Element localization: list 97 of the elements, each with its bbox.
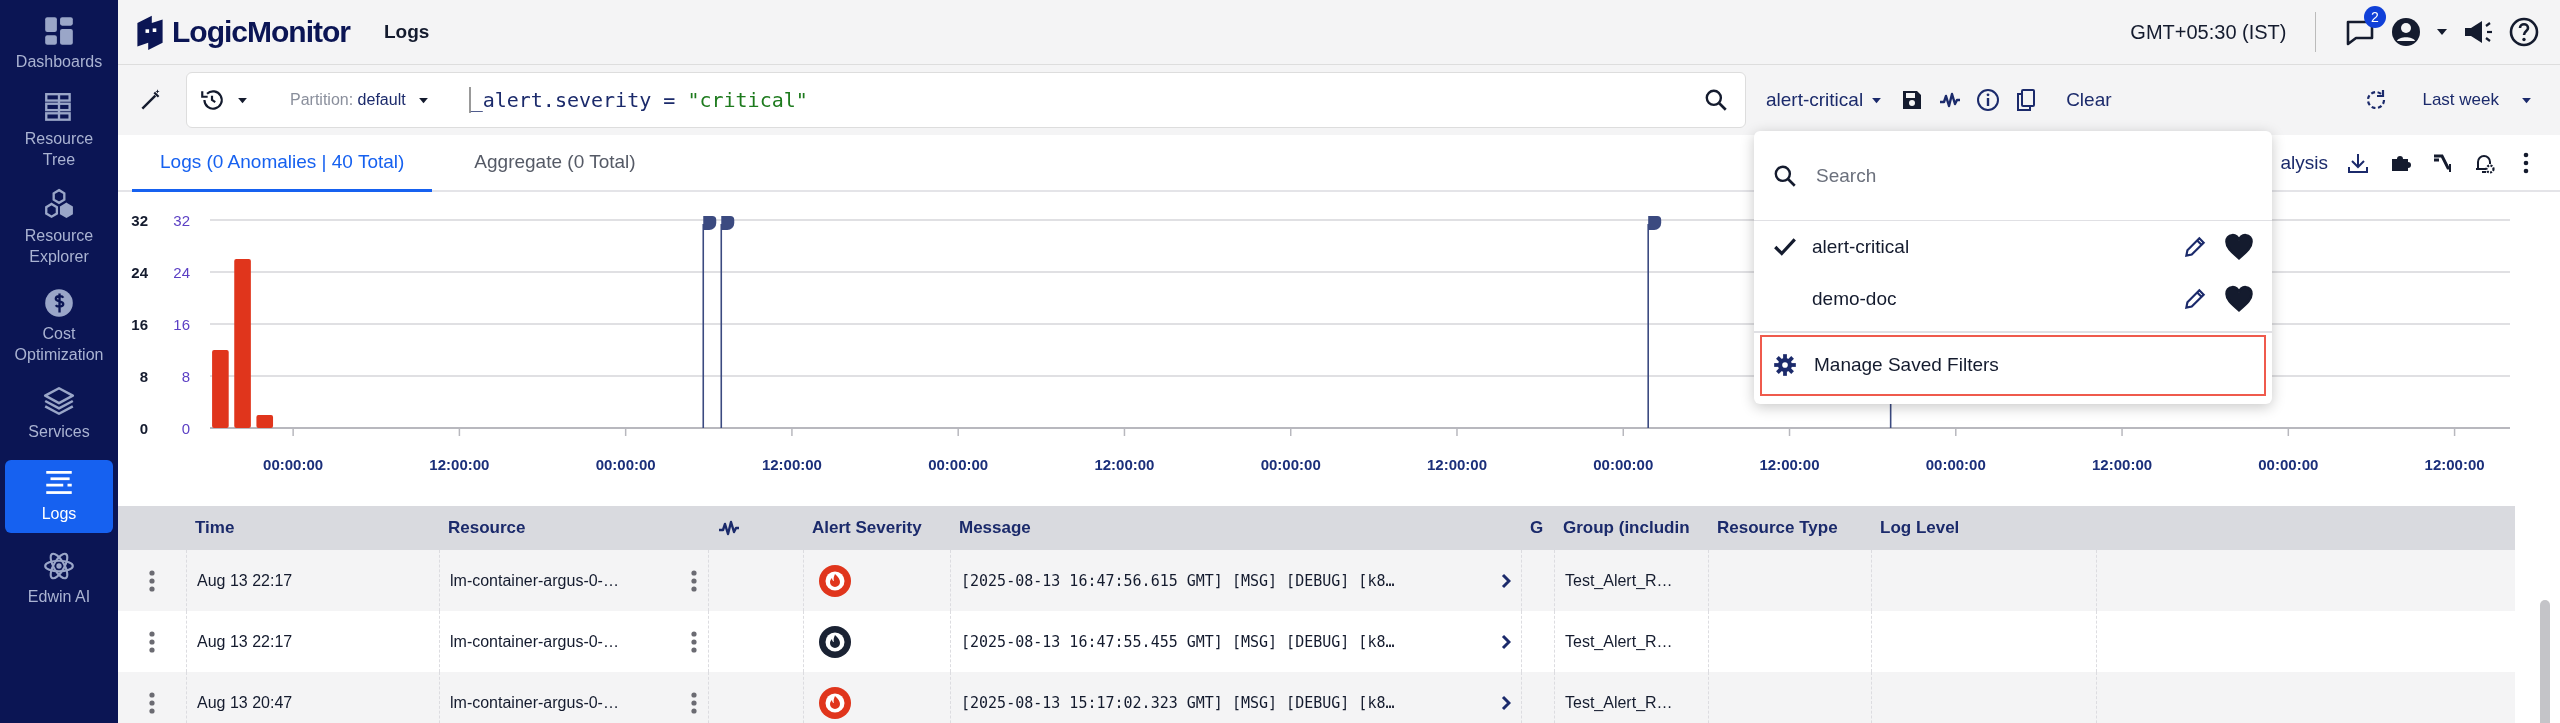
table-cell: Test_Alert_R… <box>1565 693 1673 712</box>
pencil-icon[interactable] <box>2182 286 2208 312</box>
column-header[interactable]: Group (includin <box>1555 506 1709 550</box>
axis-label: 00:00:00 <box>928 456 989 473</box>
axis-label: 12:00:00 <box>2092 456 2153 473</box>
axis-label: 12:00:00 <box>1094 456 1155 473</box>
gear-icon <box>1772 352 1798 378</box>
table-cell: lm-container-argus-0-… <box>450 571 619 590</box>
table-cell: [2025-08-13 16:47:56.615 GMT] [MSG] [DEBUG] [k8… <box>961 571 1395 590</box>
sidebar-item[interactable]: Cost Optimization <box>5 280 113 374</box>
chevron-icon[interactable] <box>1501 572 1511 589</box>
history-icon[interactable] <box>199 87 225 113</box>
chevron-icon[interactable] <box>1501 694 1511 711</box>
logo-text: LogicMonitor <box>172 15 350 49</box>
axis-label: 00:00:00 <box>2258 456 2319 473</box>
pencil-icon[interactable] <box>2182 234 2208 260</box>
axis-label: 00:00:00 <box>1260 456 1321 473</box>
table-cell: lm-container-argus-0-… <box>450 693 619 712</box>
axis-label: 24 <box>131 264 148 281</box>
saved-filter-dropdown[interactable]: alert-critical <box>1766 89 1883 111</box>
dollar-icon <box>42 286 76 320</box>
sidebar-item[interactable]: Services <box>5 377 113 451</box>
page-title: Logs <box>383 21 430 43</box>
heart-icon[interactable] <box>2224 232 2254 262</box>
axis-label: 12:00:00 <box>1759 456 1820 473</box>
axis-label: 12:00:00 <box>429 456 490 473</box>
row-menu-icon[interactable] <box>148 629 156 654</box>
table-cell: Test_Alert_R… <box>1565 632 1673 651</box>
table-cell: [2025-08-13 15:17:02.323 GMT] [MSG] [DEBUG] [k8… <box>961 693 1395 712</box>
menu-item[interactable]: demo-doc <box>1754 273 2272 325</box>
cell-menu-icon[interactable] <box>690 629 698 654</box>
chevron-icon[interactable] <box>1501 633 1511 650</box>
dashboard-grid-icon <box>42 14 76 48</box>
column-header[interactable]: Resource <box>440 506 709 550</box>
menu-item[interactable]: alert-critical <box>1754 221 2272 273</box>
table-cell: Aug 13 22:17 <box>197 632 293 651</box>
column-header[interactable]: Message <box>951 506 1522 550</box>
caret-icon <box>1871 96 1883 104</box>
row-menu-icon[interactable] <box>148 568 156 593</box>
time-range-dropdown[interactable]: Last week <box>2422 90 2532 110</box>
axis-label: 16 <box>173 316 190 333</box>
sidebar-item[interactable]: Edwin AI <box>5 543 113 616</box>
axis-label: 0 <box>181 420 190 437</box>
sidebar-item[interactable]: Resource Tree <box>5 84 113 179</box>
axis-label: 32 <box>173 212 190 229</box>
axis-label: 12:00:00 <box>1426 456 1487 473</box>
tab[interactable]: Aggregate (0 Total) <box>446 135 664 192</box>
user-icon[interactable] <box>2390 16 2422 48</box>
search-field[interactable]: Search <box>1814 163 2254 188</box>
axis-label: 0 <box>139 420 148 437</box>
row-menu-icon[interactable] <box>148 690 156 715</box>
tab[interactable]: Logs (0 Anomalies | 40 Total) <box>132 135 433 192</box>
help-icon[interactable] <box>2508 16 2540 48</box>
column-header[interactable]: Time <box>187 506 440 550</box>
table-cell: Aug 13 20:47 <box>197 693 293 712</box>
partition-selector[interactable]: Partition: default <box>290 91 406 109</box>
query-field[interactable]: Partition: default _alert.severity = "critical" <box>186 72 1746 128</box>
axis-label: 8 <box>139 368 148 385</box>
timezone-label: GMT+05:30 (IST) <box>2130 20 2287 44</box>
column-header[interactable]: Log Level <box>1872 506 2097 550</box>
axis-label: 32 <box>131 212 148 229</box>
clear-button[interactable]: Clear <box>2066 89 2112 111</box>
axis-label: 16 <box>131 316 148 333</box>
column-header[interactable]: G <box>1522 506 1555 550</box>
filter-name: demo-doc <box>1812 288 1897 310</box>
table-cell: [2025-08-13 16:47:55.455 GMT] [MSG] [DEBUG] [k8… <box>961 632 1395 651</box>
cell-menu-icon[interactable] <box>690 568 698 593</box>
column-header[interactable]: Resource Type <box>1709 506 1872 550</box>
axis-label: 12:00:00 <box>761 456 822 473</box>
sidebar-item[interactable]: Dashboards <box>5 8 113 81</box>
notification-badge: 2 <box>2364 6 2386 28</box>
axis-label: 8 <box>181 368 190 385</box>
axis-label: 00:00:00 <box>1593 456 1654 473</box>
sidebar-item[interactable]: Resource Explorer <box>5 182 113 276</box>
caret-icon <box>2521 96 2532 104</box>
caret-icon[interactable] <box>417 96 429 104</box>
caret-icon[interactable] <box>237 96 248 104</box>
search-icon[interactable] <box>1703 87 1729 113</box>
manage-filters-item[interactable]: Manage Saved Filters <box>1760 334 2266 396</box>
analysis-link[interactable]: alysis <box>2280 151 2328 174</box>
info-icon[interactable] <box>1976 88 2001 112</box>
cell-menu-icon[interactable] <box>690 690 698 715</box>
heart-icon[interactable] <box>2224 284 2254 314</box>
filter-name: alert-critical <box>1812 236 1910 258</box>
caret-icon[interactable] <box>2436 28 2448 36</box>
table-cell: Aug 13 22:17 <box>197 571 293 590</box>
axis-label: 12:00:00 <box>2424 456 2485 473</box>
axis-label: 24 <box>173 264 190 281</box>
query-text: _alert.severity = "critical" <box>470 88 808 112</box>
table-cell: Test_Alert_R… <box>1565 571 1673 590</box>
sidebar-item[interactable]: Logs <box>5 460 113 534</box>
axis-label: 00:00:00 <box>595 456 656 473</box>
axis-label: 00:00:00 <box>263 456 324 473</box>
axis-label: 00:00:00 <box>1925 456 1986 473</box>
table-cell: lm-container-argus-0-… <box>450 632 619 651</box>
bar <box>256 415 274 428</box>
column-header[interactable]: Alert Severity <box>804 506 951 550</box>
